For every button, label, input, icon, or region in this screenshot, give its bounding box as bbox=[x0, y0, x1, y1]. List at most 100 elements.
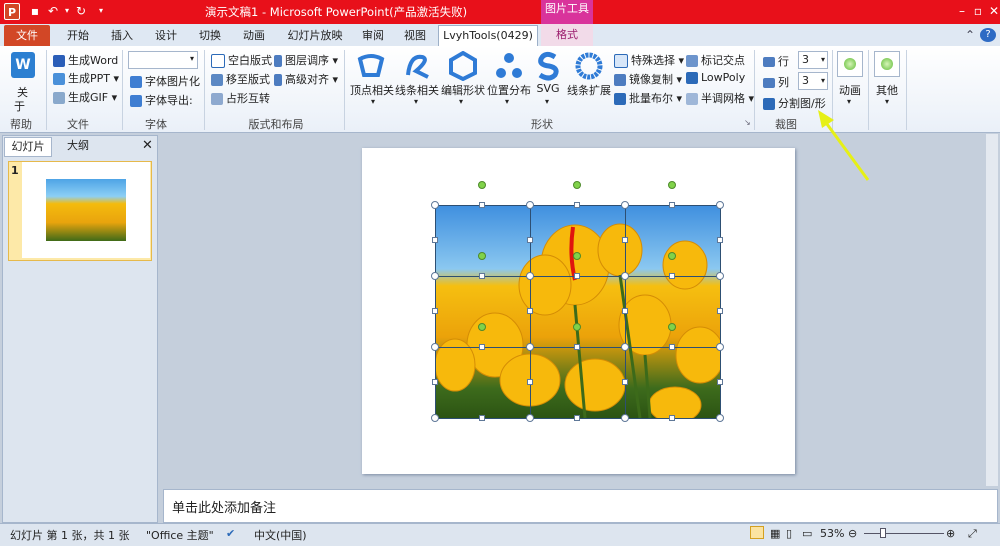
advanced-align-button[interactable]: 高级对齐 ▾ bbox=[274, 71, 338, 87]
reading-view-icon[interactable]: ▯ bbox=[786, 527, 792, 540]
resize-handle-corner[interactable] bbox=[716, 272, 724, 280]
minimize-icon[interactable]: – bbox=[954, 4, 970, 18]
resize-handle-side[interactable] bbox=[479, 273, 485, 279]
font-select[interactable]: ▾ bbox=[128, 51, 198, 69]
resize-handle-side[interactable] bbox=[527, 237, 533, 243]
collapse-ribbon-icon[interactable]: ⌃ bbox=[962, 28, 978, 42]
resize-handle-corner[interactable] bbox=[716, 414, 724, 422]
dialog-launcher-icon[interactable]: ↘ bbox=[744, 118, 751, 127]
chevron-down-icon[interactable]: ▾ bbox=[545, 97, 549, 106]
powerpoint-icon[interactable]: P bbox=[4, 3, 20, 20]
tab-outline[interactable]: 大纲 bbox=[56, 137, 100, 155]
tab-file[interactable]: 文件 bbox=[4, 25, 50, 46]
tab-animations[interactable]: 动画 bbox=[234, 26, 274, 46]
chevron-down-icon[interactable]: ▾ bbox=[459, 97, 463, 106]
zoom-level[interactable]: 53% bbox=[820, 527, 844, 540]
rotate-handle[interactable] bbox=[478, 252, 486, 260]
other-icon[interactable] bbox=[874, 51, 900, 77]
resize-handle-side[interactable] bbox=[527, 379, 533, 385]
tab-slides[interactable]: 幻灯片 bbox=[4, 137, 52, 157]
resize-handle-side[interactable] bbox=[622, 237, 628, 243]
chevron-down-icon[interactable]: ▾ bbox=[414, 97, 418, 106]
normal-view-icon[interactable] bbox=[750, 526, 764, 539]
font-to-image-button[interactable]: 字体图片化 bbox=[130, 73, 200, 89]
resize-handle-corner[interactable] bbox=[431, 272, 439, 280]
batch-boolean-button[interactable]: 批量布尔 ▾ bbox=[614, 90, 682, 106]
undo-icon[interactable]: ↶ bbox=[46, 4, 60, 18]
line-related-button[interactable]: 线条相关 bbox=[395, 82, 439, 98]
animation-icon[interactable] bbox=[837, 51, 863, 77]
move-to-layout-button[interactable]: 移至版式 bbox=[211, 71, 270, 87]
customize-qat-icon[interactable]: ▾ bbox=[94, 4, 108, 18]
resize-handle-side[interactable] bbox=[432, 379, 438, 385]
mirror-copy-button[interactable]: 镜像复制 ▾ bbox=[614, 71, 682, 87]
resize-handle-corner[interactable] bbox=[621, 414, 629, 422]
cols-spinner[interactable]: 3 ▾ bbox=[798, 72, 828, 90]
slide-sorter-icon[interactable]: ▦ bbox=[770, 527, 780, 540]
rotate-handle[interactable] bbox=[668, 323, 676, 331]
resize-handle-corner[interactable] bbox=[431, 201, 439, 209]
placeholder-shape-convert-button[interactable]: 占形互转 bbox=[211, 90, 270, 106]
language[interactable]: 中文(中国) bbox=[254, 527, 307, 543]
tab-home[interactable]: 开始 bbox=[58, 26, 98, 46]
distribute-icon[interactable] bbox=[494, 51, 524, 81]
resize-handle-side[interactable] bbox=[574, 344, 580, 350]
mark-intersection-button[interactable]: 标记交点 bbox=[686, 52, 745, 68]
zoom-in-icon[interactable]: ⊕ bbox=[946, 527, 955, 540]
make-gif-button[interactable]: 生成GIF ▾ bbox=[53, 89, 117, 105]
rotate-handle[interactable] bbox=[668, 181, 676, 189]
tab-view[interactable]: 视图 bbox=[396, 26, 434, 46]
resize-handle-side[interactable] bbox=[479, 415, 485, 421]
rotate-handle[interactable] bbox=[478, 323, 486, 331]
lowpoly-button[interactable]: LowPoly bbox=[686, 71, 745, 84]
resize-handle-side[interactable] bbox=[574, 202, 580, 208]
tab-transitions[interactable]: 切换 bbox=[190, 26, 230, 46]
resize-handle-side[interactable] bbox=[669, 273, 675, 279]
resize-handle-side[interactable] bbox=[527, 308, 533, 314]
svg-icon[interactable] bbox=[535, 51, 561, 81]
resize-handle-corner[interactable] bbox=[621, 272, 629, 280]
line-extend-button[interactable]: 线条扩展 bbox=[566, 82, 612, 98]
resize-handle-side[interactable] bbox=[432, 237, 438, 243]
resize-handle-side[interactable] bbox=[574, 273, 580, 279]
resize-handle-corner[interactable] bbox=[431, 343, 439, 351]
resize-handle-side[interactable] bbox=[669, 202, 675, 208]
close-pane-icon[interactable]: ✕ bbox=[142, 138, 153, 153]
chevron-down-icon[interactable]: ▾ bbox=[885, 97, 889, 106]
undo-dropdown-icon[interactable]: ▾ bbox=[60, 4, 74, 18]
edit-shape-button[interactable]: 编辑形状 bbox=[440, 82, 486, 98]
zoom-slider[interactable] bbox=[864, 533, 944, 534]
rotate-handle[interactable] bbox=[478, 181, 486, 189]
about-label-2[interactable]: 于 bbox=[14, 98, 25, 114]
vertex-icon[interactable] bbox=[356, 51, 386, 81]
zoom-out-icon[interactable]: ⊖ bbox=[848, 527, 857, 540]
resize-handle-corner[interactable] bbox=[431, 414, 439, 422]
make-ppt-button[interactable]: 生成PPT ▾ bbox=[53, 70, 119, 86]
rows-spinner[interactable]: 3 ▾ bbox=[798, 51, 828, 69]
tab-lvyhtools[interactable]: LvyhTools(0429) bbox=[438, 25, 538, 47]
resize-handle-side[interactable] bbox=[574, 415, 580, 421]
resize-handle-side[interactable] bbox=[717, 237, 723, 243]
line-extend-icon[interactable] bbox=[574, 51, 604, 81]
tab-design[interactable]: 设计 bbox=[146, 26, 186, 46]
save-icon[interactable]: ▪ bbox=[28, 4, 42, 18]
resize-handle-corner[interactable] bbox=[526, 272, 534, 280]
resize-handle-corner[interactable] bbox=[526, 343, 534, 351]
resize-handle-side[interactable] bbox=[622, 379, 628, 385]
resize-handle-corner[interactable] bbox=[621, 201, 629, 209]
rotate-handle[interactable] bbox=[573, 181, 581, 189]
resize-handle-corner[interactable] bbox=[526, 201, 534, 209]
slideshow-icon[interactable]: ▭ bbox=[802, 527, 812, 540]
resize-handle-corner[interactable] bbox=[716, 343, 724, 351]
resize-handle-side[interactable] bbox=[717, 308, 723, 314]
resize-handle-side[interactable] bbox=[479, 344, 485, 350]
tulip-image[interactable] bbox=[435, 205, 720, 418]
notes-pane[interactable] bbox=[163, 489, 998, 523]
zoom-slider-thumb[interactable] bbox=[880, 528, 886, 538]
resize-handle-corner[interactable] bbox=[621, 343, 629, 351]
resize-handle-side[interactable] bbox=[669, 415, 675, 421]
animation-button[interactable]: 动画 bbox=[836, 82, 864, 98]
rotate-handle[interactable] bbox=[668, 252, 676, 260]
make-word-button[interactable]: 生成Word bbox=[53, 52, 118, 68]
layer-order-button[interactable]: 图层调序 ▾ bbox=[274, 52, 338, 68]
